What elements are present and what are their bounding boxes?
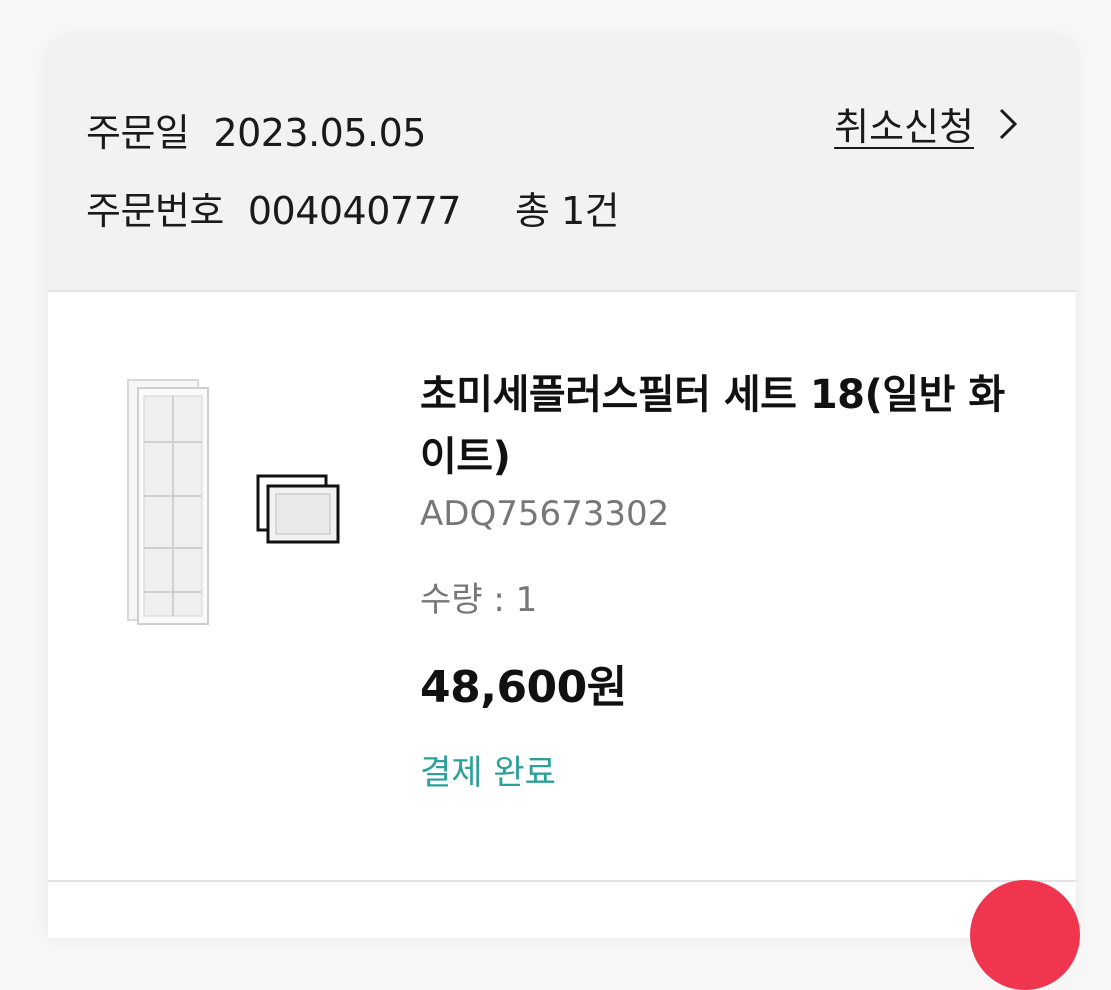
order-card: 주문일 2023.05.05 주문번호 004040777 총 1건 취소신청 xyxy=(48,38,1076,938)
cancel-request-link[interactable]: 취소신청 xyxy=(834,96,1018,151)
chevron-right-icon xyxy=(999,108,1018,139)
product-info: 초미세플러스필터 세트 18(일반 화이트) ADQ75673302 수량 : … xyxy=(420,364,1040,794)
order-number-row: 주문번호 004040777 총 1건 xyxy=(86,180,620,235)
order-number-value: 004040777 xyxy=(247,189,462,233)
product-thumbnail[interactable] xyxy=(124,378,344,628)
order-number-label: 주문번호 xyxy=(86,189,224,233)
section-divider xyxy=(48,880,1076,882)
order-date-label: 주문일 xyxy=(86,111,190,155)
product-item[interactable]: 초미세플러스필터 세트 18(일반 화이트) ADQ75673302 수량 : … xyxy=(48,292,1076,880)
order-date-value: 2023.05.05 xyxy=(213,111,426,155)
payment-status: 결제 완료 xyxy=(420,753,556,793)
order-header: 주문일 2023.05.05 주문번호 004040777 총 1건 취소신청 xyxy=(48,38,1076,292)
cancel-request-label: 취소신청 xyxy=(834,105,974,149)
order-date-row: 주문일 2023.05.05 xyxy=(86,102,426,157)
order-total-count: 총 1건 xyxy=(514,189,620,233)
product-price: 48,600원 xyxy=(420,662,627,713)
product-name[interactable]: 초미세플러스필터 세트 18(일반 화이트) xyxy=(420,364,1040,488)
product-sku: ADQ75673302 xyxy=(420,494,670,534)
product-quantity: 수량 : 1 xyxy=(420,580,538,620)
floating-action-button[interactable] xyxy=(970,880,1080,990)
